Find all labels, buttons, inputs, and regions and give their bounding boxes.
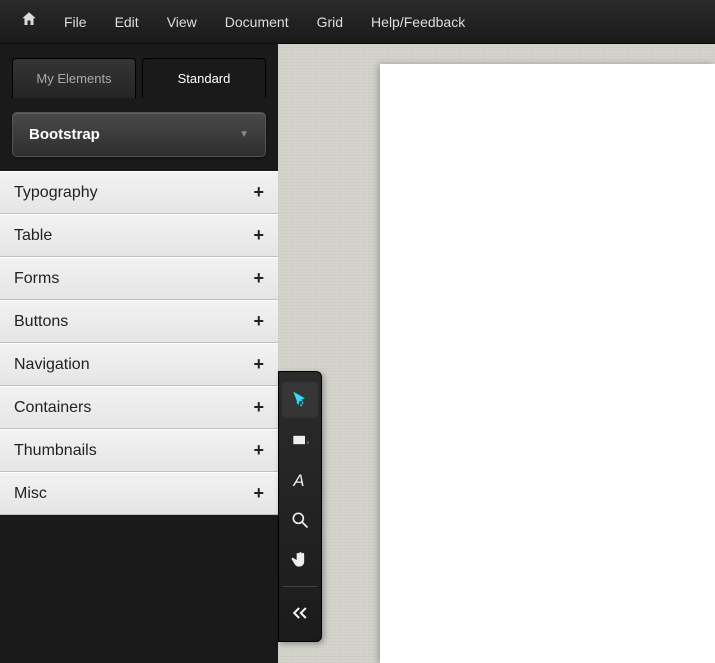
category-label: Navigation [14,356,90,374]
menu-edit[interactable]: Edit [103,8,151,36]
canvas-area [278,44,715,663]
category-containers[interactable]: Containers + [0,386,278,429]
svg-text:A: A [292,471,304,490]
menu-help[interactable]: Help/Feedback [359,8,477,36]
framework-label: Bootstrap [29,126,100,143]
category-label: Misc [14,485,47,503]
plus-icon: + [253,440,264,461]
document-canvas[interactable] [380,64,715,663]
chevron-down-icon: ▼ [239,129,249,140]
category-label: Typography [14,184,98,202]
plus-icon: + [253,397,264,418]
category-forms[interactable]: Forms + [0,257,278,300]
collapse-palette-button[interactable] [282,595,318,631]
sidebar-tabs: My Elements Standard [0,44,278,98]
menu-file[interactable]: File [52,8,99,36]
tool-divider [283,586,317,587]
zoom-tool[interactable] [282,502,318,538]
menu-document[interactable]: Document [213,8,301,36]
category-accordion: Typography + Table + Forms + Buttons + N… [0,171,278,515]
category-thumbnails[interactable]: Thumbnails + [0,429,278,472]
category-navigation[interactable]: Navigation + [0,343,278,386]
category-label: Thumbnails [14,442,97,460]
plus-icon: + [253,483,264,504]
plus-icon: + [253,268,264,289]
category-label: Table [14,227,52,245]
framework-dropdown[interactable]: Bootstrap ▼ [12,112,266,157]
elements-sidebar: My Elements Standard Bootstrap ▼ Typogra… [0,44,278,663]
plus-icon: + [253,311,264,332]
menu-view[interactable]: View [155,8,209,36]
tool-palette: A [278,371,322,642]
pan-hand-tool[interactable] [282,542,318,578]
category-buttons[interactable]: Buttons + [0,300,278,343]
category-misc[interactable]: Misc + [0,472,278,515]
select-move-tool[interactable] [282,382,318,418]
category-table[interactable]: Table + [0,214,278,257]
menubar: File Edit View Document Grid Help/Feedba… [0,0,715,44]
workspace: My Elements Standard Bootstrap ▼ Typogra… [0,44,715,663]
menu-grid[interactable]: Grid [305,8,355,36]
tab-standard[interactable]: Standard [142,58,266,98]
plus-icon: + [253,225,264,246]
category-label: Containers [14,399,91,417]
home-icon[interactable] [10,4,48,39]
tab-my-elements[interactable]: My Elements [12,58,136,98]
category-label: Buttons [14,313,68,331]
text-tool[interactable]: A [282,462,318,498]
plus-icon: + [253,182,264,203]
category-typography[interactable]: Typography + [0,171,278,214]
rectangle-tool[interactable] [282,422,318,458]
category-label: Forms [14,270,59,288]
plus-icon: + [253,354,264,375]
